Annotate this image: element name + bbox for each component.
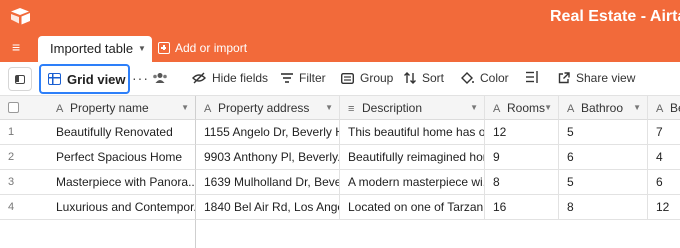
column-label: Description xyxy=(362,101,423,115)
cell-rooms[interactable]: 12 xyxy=(485,120,559,145)
hide-fields-button[interactable]: Hide fields xyxy=(192,71,268,85)
sort-icon xyxy=(404,72,416,84)
sort-button[interactable]: Sort xyxy=(404,71,444,85)
view-toolbar: Grid view ··· Hide fields Filter Group S… xyxy=(0,62,680,96)
column-label: Be xyxy=(670,101,680,115)
hide-fields-label: Hide fields xyxy=(212,71,269,85)
grid-icon xyxy=(48,73,61,85)
cell-property-name[interactable]: Luxurious and Contempor... xyxy=(48,195,196,220)
chevron-down-icon[interactable]: ▼ xyxy=(138,44,146,53)
sidebar-icon xyxy=(15,75,25,84)
text-field-icon: A xyxy=(56,103,64,115)
filter-label: Filter xyxy=(299,71,326,85)
cell-property-address[interactable]: 1155 Angelo Dr, Beverly H... xyxy=(196,120,340,145)
group-button[interactable]: Group xyxy=(341,71,393,85)
filter-icon xyxy=(281,73,293,83)
cell-rooms[interactable]: 9 xyxy=(485,145,559,170)
collaborators-icon[interactable] xyxy=(152,72,168,84)
select-all-checkbox[interactable] xyxy=(0,96,48,120)
paint-bucket-icon xyxy=(461,72,474,84)
view-name: Grid view xyxy=(67,71,126,87)
cell-description[interactable]: A modern masterpiece wi... xyxy=(340,170,485,195)
cell-bathrooms[interactable]: 5 xyxy=(559,120,648,145)
eye-off-icon xyxy=(192,72,206,84)
filter-button[interactable]: Filter xyxy=(281,71,326,85)
text-field-icon: A xyxy=(493,103,501,115)
more-options-icon[interactable]: ··· xyxy=(132,70,149,86)
tab-imported-table[interactable]: Imported table ▼ xyxy=(38,36,152,62)
row-number: 3 xyxy=(0,170,48,195)
checkbox-icon xyxy=(8,102,19,113)
column-header-property-address[interactable]: A Property address ▼ xyxy=(196,96,340,120)
cell-bathrooms[interactable]: 5 xyxy=(559,170,648,195)
column-header-bathrooms[interactable]: A Bathroo ▼ xyxy=(559,96,648,120)
cell-bedrooms[interactable]: 4 xyxy=(648,145,680,170)
text-field-icon: A xyxy=(204,103,212,115)
cell-rooms[interactable]: 8 xyxy=(485,170,559,195)
chevron-down-icon[interactable]: ▼ xyxy=(470,96,478,119)
cell-bedrooms[interactable]: 12 xyxy=(648,195,680,220)
base-title[interactable]: Real Estate - Airtab xyxy=(550,8,680,26)
long-text-icon: ≡ xyxy=(348,103,355,115)
header-row: A Property name ▼ A Property address ▼ ≡ Desc… xyxy=(0,96,680,120)
cell-property-name[interactable]: Perfect Spacious Home xyxy=(48,145,196,170)
text-field-icon: A xyxy=(567,103,575,115)
add-or-import-button[interactable]: Add or import xyxy=(158,41,247,55)
view-switcher-button[interactable]: Grid view xyxy=(39,64,130,94)
chevron-down-icon[interactable]: ▼ xyxy=(544,96,552,119)
row-height-icon xyxy=(526,71,538,83)
cell-description[interactable]: Beautifully reimagined hom... xyxy=(340,145,485,170)
sidebar-toggle-button[interactable] xyxy=(8,67,32,91)
cell-property-name[interactable]: Masterpiece with Panora... xyxy=(48,170,196,195)
cell-bedrooms[interactable]: 6 xyxy=(648,170,680,195)
add-or-import-label: Add or import xyxy=(175,41,248,55)
row-number: 1 xyxy=(0,120,48,145)
chevron-down-icon[interactable]: ▼ xyxy=(181,96,189,119)
hamburger-menu-icon[interactable]: ≡ xyxy=(12,40,20,54)
share-view-button[interactable]: Share view xyxy=(558,71,635,85)
cell-property-address[interactable]: 1840 Bel Air Rd, Los Ange... xyxy=(196,195,340,220)
column-header-bedrooms[interactable]: A Be xyxy=(648,96,680,120)
column-header-rooms[interactable]: A Rooms ▼ xyxy=(485,96,559,120)
cell-property-address[interactable]: 9903 Anthony Pl, Beverly... xyxy=(196,145,340,170)
column-label: Bathroo xyxy=(581,101,624,115)
row-number: 2 xyxy=(0,145,48,170)
column-header-property-name[interactable]: A Property name ▼ xyxy=(48,96,196,120)
row-height-button[interactable] xyxy=(526,71,538,83)
airtable-logo-icon xyxy=(11,8,30,25)
cell-description[interactable]: This beautiful home has o... xyxy=(340,120,485,145)
cell-rooms[interactable]: 16 xyxy=(485,195,559,220)
cell-bedrooms[interactable]: 7 xyxy=(648,120,680,145)
color-label: Color xyxy=(480,71,509,85)
records-grid: A Property name ▼ A Property address ▼ ≡ Desc… xyxy=(0,96,680,248)
cell-bathrooms[interactable]: 6 xyxy=(559,145,648,170)
group-icon xyxy=(341,72,354,84)
group-label: Group xyxy=(360,71,394,85)
color-button[interactable]: Color xyxy=(461,71,509,85)
cell-property-name[interactable]: Beautifully Renovated xyxy=(48,120,196,145)
tab-label: Imported table xyxy=(50,41,134,56)
app-header: Real Estate - Airtab ≡ Imported table ▼ … xyxy=(0,0,680,62)
plus-icon xyxy=(158,42,170,54)
cell-description[interactable]: Located on one of Tarzan... xyxy=(340,195,485,220)
column-label: Property address xyxy=(218,101,310,115)
share-icon xyxy=(558,72,570,84)
sort-label: Sort xyxy=(422,71,445,85)
column-label: Rooms xyxy=(507,101,546,115)
row-number: 4 xyxy=(0,195,48,220)
grid-empty-area xyxy=(0,220,196,248)
text-field-icon: A xyxy=(656,103,664,115)
chevron-down-icon[interactable]: ▼ xyxy=(325,96,333,119)
share-view-label: Share view xyxy=(576,71,636,85)
column-label: Property name xyxy=(70,101,149,115)
cell-property-address[interactable]: 1639 Mulholland Dr, Beve... xyxy=(196,170,340,195)
column-header-description[interactable]: ≡ Description ▼ xyxy=(340,96,485,120)
chevron-down-icon[interactable]: ▼ xyxy=(633,96,641,119)
cell-bathrooms[interactable]: 8 xyxy=(559,195,648,220)
